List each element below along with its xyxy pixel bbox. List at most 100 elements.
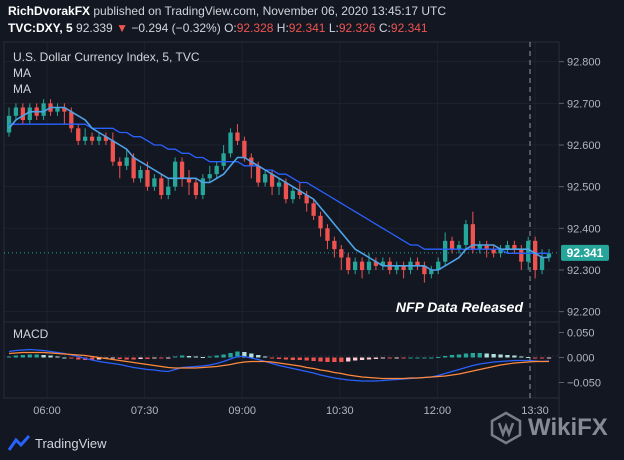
histogram-bar [456,354,462,358]
histogram-bar [318,357,323,362]
histogram-bar [69,357,74,359]
histogram-bar [214,355,219,358]
price-tick-label: 92.600 [567,140,601,152]
histogram-bar [477,353,482,358]
histogram-bar [436,357,441,358]
histogram-bar [166,357,171,359]
histogram-bar [173,356,178,358]
candle-body[interactable] [27,107,32,121]
candle-body[interactable] [526,240,531,262]
price-tick-label: 92.200 [567,307,601,319]
histogram-bar [207,356,212,358]
candle-body[interactable] [539,257,545,271]
candle-body[interactable] [207,174,212,179]
histogram-bar [366,357,372,360]
candle-body[interactable] [96,136,102,141]
candle-body[interactable] [228,132,233,154]
candle-body[interactable] [456,245,462,250]
candle-body[interactable] [290,190,295,200]
ma-legend-1[interactable]: MA [13,66,31,80]
candle-body[interactable] [463,224,469,245]
ma-legend-2[interactable]: MA [13,82,31,96]
histogram-bar [76,357,81,360]
histogram-bar [110,357,115,359]
candle-body[interactable] [235,132,240,141]
time-tick-label: 06:00 [33,405,61,417]
price-pane[interactable] [3,41,560,323]
candle-body[interactable] [533,240,538,270]
histogram-bar [325,357,330,362]
histogram-bar [221,354,226,358]
histogram-bar [359,357,365,360]
candle-body[interactable] [359,261,365,270]
candle-body[interactable] [256,165,261,183]
candle-body[interactable] [325,228,330,241]
time-axis[interactable]: 06:00 07:30 09:00 10:30 12:00 13:30 [33,405,549,417]
candle-body[interactable] [276,182,282,187]
candle-body[interactable] [366,261,372,270]
histogram-bar [159,357,164,359]
candle-body[interactable] [263,174,268,183]
candle-body[interactable] [353,261,358,270]
candle-body[interactable] [152,178,157,187]
histogram-bar [512,355,517,358]
candle-body[interactable] [179,161,185,179]
candle-body[interactable] [318,215,323,229]
tradingview-branding[interactable]: TradingView [8,434,107,452]
histogram-bar [408,357,413,359]
candle-body[interactable] [449,240,455,250]
histogram-bar [13,355,19,358]
candle-body[interactable] [519,249,524,262]
candle-body[interactable] [13,107,19,116]
histogram-bar [48,355,53,358]
candle-body[interactable] [145,170,150,187]
candle-body[interactable] [269,174,275,187]
macd-legend[interactable]: MACD [13,327,49,341]
candle-body[interactable] [311,203,316,216]
histogram-bar [526,357,531,358]
candle-body[interactable] [193,182,199,196]
candle-body[interactable] [41,103,46,116]
price-tick-label: 92.400 [567,223,601,235]
histogram-bar [290,357,295,360]
price-tick-label: 92.700 [567,98,601,110]
histogram-bar [415,357,420,359]
candle-body[interactable] [283,182,289,200]
histogram-bar [380,357,385,359]
macd-histogram[interactable] [6,351,552,363]
candle-body[interactable] [69,111,74,129]
price-axis[interactable]: 92.200 92.300 92.400 92.500 92.600 92.700 92.8… [559,57,601,319]
candle-body[interactable] [124,157,129,166]
candle-body[interactable] [117,161,122,166]
series-title: U.S. Dollar Currency Index, 5, TVC [13,50,200,64]
candle-body[interactable] [76,128,81,141]
candle-body[interactable] [131,157,136,179]
histogram-bar [498,354,503,358]
histogram-bar [339,357,344,362]
histogram-bar [353,357,358,361]
candle-body[interactable] [138,170,143,179]
histogram-bar [311,357,316,361]
histogram-bar [470,353,475,358]
candle-body[interactable] [20,107,25,121]
histogram-bar [443,356,448,358]
candle-body[interactable] [159,178,164,195]
histogram-bar [401,357,406,359]
candle-body[interactable] [83,136,88,141]
chart-canvas[interactable]: 92.200 92.300 92.400 92.500 92.600 92.700 92.8… [0,0,624,460]
candle-body[interactable] [214,165,219,175]
candle-body[interactable] [339,249,344,258]
candle-body[interactable] [89,136,95,141]
candle-body[interactable] [221,153,226,166]
histogram-bar [228,353,233,358]
histogram-bar [200,357,205,358]
candle-body[interactable] [332,240,337,250]
candle-body[interactable] [166,186,171,195]
candle-body[interactable] [242,140,247,158]
candle-body[interactable] [346,257,351,271]
candle-body[interactable] [110,140,115,162]
histogram-bar [256,355,261,358]
macd-axis[interactable]: 0.050 0.000 −0.050 [559,328,601,390]
candle-body[interactable] [443,240,448,262]
candle-body[interactable] [173,161,178,187]
